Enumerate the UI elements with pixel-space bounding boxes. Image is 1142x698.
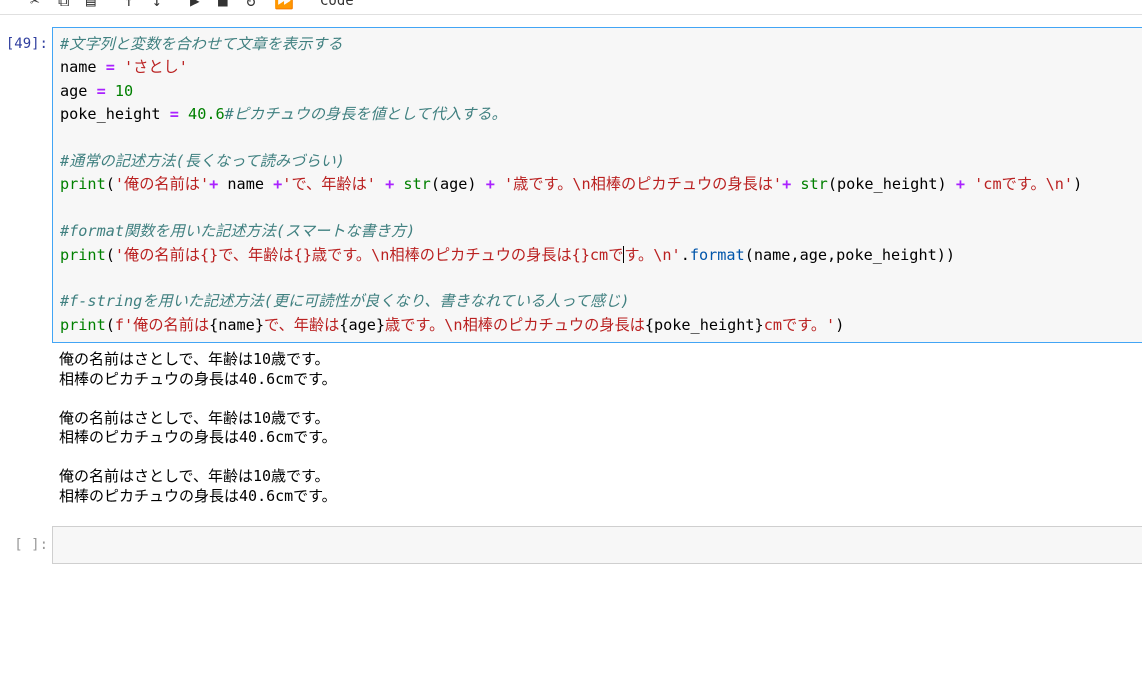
code-token: + <box>782 175 792 194</box>
output-line: 相棒のピカチュウの身長は40.6cmです。 <box>59 486 337 505</box>
code-token: #f-stringを用いた記述方法(更に可読性が良くなり、書きなれている人って感… <box>60 292 630 311</box>
code-token: '俺の名前は' <box>114 175 210 194</box>
code-token: {age} <box>339 315 386 334</box>
code-line: print('俺の名前は'+ name +'で、年齢は' + str(age) … <box>60 173 1082 196</box>
code-line: poke_height = 40.6#ピカチュウの身長を値として代入する。 <box>60 103 1082 126</box>
output-line: 相棒のピカチュウの身長は40.6cmです。 <box>59 369 337 388</box>
code-line: print('俺の名前は{}で、年齢は{}歳です。\n相棒のピカチュウの身長は{… <box>60 244 1082 267</box>
code-cell[interactable]: #文字列と変数を合わせて文章を表示する name = 'さとし' age = 10 p… <box>52 27 1142 343</box>
cut-icon[interactable]: ✂ <box>30 0 40 10</box>
code-token: = <box>105 58 115 77</box>
cell-output: 俺の名前はさとしで、年齢は10歳です。 相棒のピカチュウの身長は40.6cmです。… <box>59 350 337 506</box>
code-token: name <box>218 175 274 194</box>
code-token: 'cmです。\n' <box>974 175 1074 194</box>
code-token: cmです。' <box>763 315 836 334</box>
code-token: . <box>680 245 690 264</box>
output-line: 俺の名前はさとしで、年齢は10歳です。 <box>59 408 330 427</box>
code-token: str <box>800 175 828 194</box>
output-line: 相棒のピカチュウの身長は40.6cmです。 <box>59 428 337 446</box>
code-token: #ピカチュウの身長を値として代入する。 <box>224 105 507 124</box>
code-token: + <box>485 175 495 194</box>
code-line: #f-stringを用いた記述方法(更に可読性が良くなり、書きなれている人って感… <box>60 290 1082 313</box>
code-token: 'さとし' <box>124 58 188 77</box>
code-token: str <box>403 175 431 194</box>
code-token: ) <box>835 315 845 334</box>
empty-code-cell[interactable] <box>52 526 1142 564</box>
code-token: す。\n' <box>624 245 681 264</box>
code-line: #format関数を用いた記述方法(スマートな書き方) <box>60 220 1082 243</box>
code-token: '歳です。\n相棒のピカチュウの身長は' <box>504 175 783 194</box>
code-token: #通常の記述方法(長くなって読みづらい) <box>60 151 345 170</box>
code-token: 歳です。\n相棒のピカチュウの身長は <box>385 315 645 334</box>
output-line: 俺の名前はさとしで、年齢は10歳です。 <box>59 350 330 368</box>
move-up-icon[interactable]: ↑ <box>124 0 134 10</box>
code-token: 'で、年齢は' <box>282 175 376 194</box>
code-token: poke_height <box>60 105 170 124</box>
code-token: name <box>60 58 106 77</box>
code-token: + <box>955 175 965 194</box>
code-line: #通常の記述方法(長くなって読みづらい) <box>60 150 1082 173</box>
code-token: ) <box>1073 175 1083 194</box>
restart-icon[interactable]: ↻ <box>246 0 256 10</box>
code-token: = <box>169 105 179 124</box>
code-token: 40.6 <box>188 105 225 124</box>
stop-icon[interactable]: ■ <box>218 0 228 10</box>
code-line: #文字列と変数を合わせて文章を表示する <box>60 33 1082 56</box>
fast-forward-icon[interactable]: ⏩ <box>274 0 294 10</box>
code-token: (name,age,poke_height)) <box>744 245 956 264</box>
code-line: name = 'さとし' <box>60 56 1082 79</box>
code-token: #文字列と変数を合わせて文章を表示する <box>60 35 343 53</box>
code-token: 10 <box>114 81 134 100</box>
cell-prompt: [49]: <box>5 36 48 52</box>
code-token: #format関数を用いた記述方法(スマートな書き方) <box>60 222 416 241</box>
code-token: ( <box>105 245 115 264</box>
code-token: + <box>273 175 283 194</box>
code-token: {poke_height} <box>644 315 764 334</box>
code-line: age = 10 <box>60 80 1082 103</box>
code-token: print <box>60 315 106 334</box>
code-token: ( <box>105 175 115 194</box>
code-token: で、年齢は <box>263 315 340 334</box>
paste-icon[interactable]: ▤ <box>86 0 96 10</box>
code-line: print(f'俺の名前は{name}で、年齢は{age}歳です。\n相棒のピカ… <box>60 314 1082 337</box>
code-token: print <box>60 245 106 264</box>
cell-type-select[interactable]: Code <box>320 0 354 10</box>
code-editor[interactable]: #文字列と変数を合わせて文章を表示する name = 'さとし' age = 10 p… <box>60 33 1082 337</box>
code-token: + <box>385 175 395 194</box>
run-icon[interactable]: ▶ <box>190 0 200 10</box>
cell-prompt-empty: [ ]: <box>14 537 48 553</box>
code-token: '俺の名前は{}で、年齢は{}歳です。\n相棒のピカチュウの身長は{}cmで <box>114 245 624 264</box>
code-token: (poke_height) <box>827 175 956 194</box>
notebook-toolbar: ✂ ⧉ ▤ ↑ ↓ ▶ ■ ↻ ⏩ Code <box>0 0 1142 15</box>
move-down-icon[interactable]: ↓ <box>152 0 162 10</box>
code-token: {name} <box>209 315 264 334</box>
code-token: age <box>60 81 97 100</box>
output-line: 俺の名前はさとしで、年齢は10歳です。 <box>59 467 330 485</box>
code-token: f'俺の名前は <box>114 315 210 334</box>
code-token: + <box>209 175 219 194</box>
code-token: print <box>60 175 106 194</box>
copy-icon[interactable]: ⧉ <box>58 0 69 10</box>
code-token: = <box>96 81 106 100</box>
code-token: ( <box>105 315 115 334</box>
code-token: (age) <box>430 175 486 194</box>
code-token: format <box>689 245 745 264</box>
